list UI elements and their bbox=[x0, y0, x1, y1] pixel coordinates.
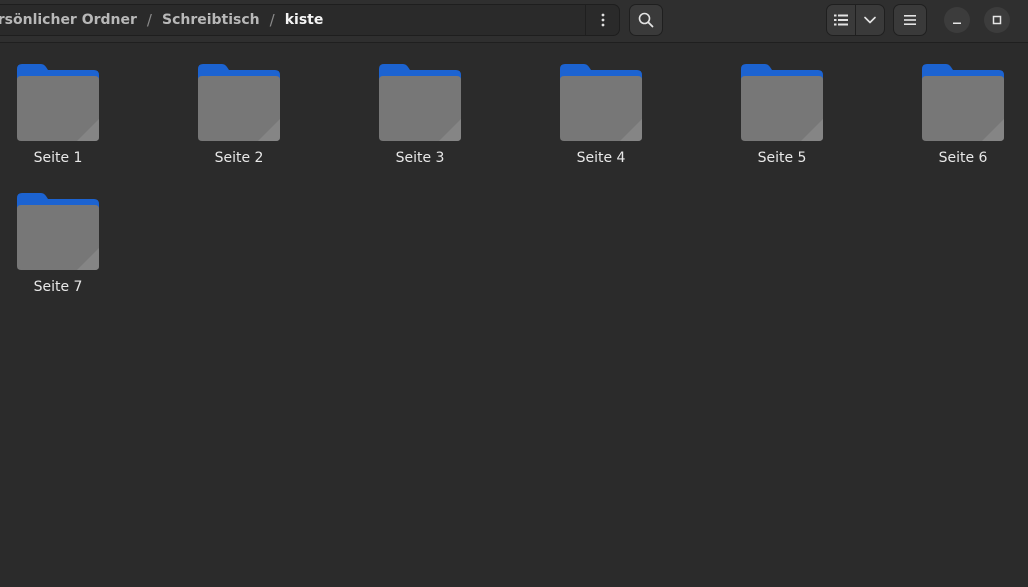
header-bar: Persönlicher Ordner / Schreibtisch / kis… bbox=[0, 0, 1028, 43]
breadcrumb-separator: / bbox=[146, 11, 152, 29]
file-name: Seite 2 bbox=[214, 150, 264, 166]
folder-icon bbox=[198, 64, 280, 141]
file-name: Seite 6 bbox=[938, 150, 988, 166]
main-menu-button[interactable] bbox=[893, 4, 927, 36]
folder-icon bbox=[741, 64, 823, 141]
breadcrumb-home[interactable]: Persönlicher Ordner bbox=[0, 12, 137, 28]
breadcrumb-separator: / bbox=[269, 11, 275, 29]
hamburger-menu-icon bbox=[904, 15, 916, 25]
breadcrumb-desktop[interactable]: Schreibtisch bbox=[162, 12, 260, 28]
folder-icon bbox=[922, 64, 1004, 141]
folder-item[interactable]: Seite 1 bbox=[0, 63, 118, 185]
search-button[interactable] bbox=[629, 4, 663, 36]
breadcrumb: Persönlicher Ordner / Schreibtisch / kis… bbox=[0, 5, 323, 35]
file-name: Seite 4 bbox=[576, 150, 626, 166]
file-grid: Seite 1 Seite 2 Seite 3 Seite 4 Seite 5 … bbox=[0, 43, 1028, 587]
folder-item[interactable]: Seite 2 bbox=[179, 63, 299, 185]
file-name: Seite 5 bbox=[757, 150, 807, 166]
folder-item[interactable]: Seite 6 bbox=[903, 63, 1023, 185]
minimize-button[interactable] bbox=[944, 7, 970, 33]
chevron-down-icon bbox=[864, 16, 876, 24]
folder-item[interactable]: Seite 7 bbox=[0, 192, 118, 314]
view-switcher bbox=[826, 4, 885, 36]
list-view-icon bbox=[834, 14, 848, 26]
search-icon bbox=[638, 12, 654, 28]
path-bar[interactable]: Persönlicher Ordner / Schreibtisch / kis… bbox=[0, 4, 620, 36]
file-manager-window: Persönlicher Ordner / Schreibtisch / kis… bbox=[0, 0, 1028, 587]
folder-icon bbox=[17, 64, 99, 141]
maximize-button[interactable] bbox=[984, 7, 1010, 33]
view-options-dropdown[interactable] bbox=[856, 5, 884, 35]
path-menu-button[interactable] bbox=[585, 5, 619, 35]
folder-item[interactable]: Seite 3 bbox=[360, 63, 480, 185]
folder-icon bbox=[560, 64, 642, 141]
maximize-icon bbox=[992, 15, 1002, 25]
folder-item[interactable]: Seite 4 bbox=[541, 63, 661, 185]
folder-icon bbox=[17, 193, 99, 270]
minimize-icon bbox=[953, 22, 961, 24]
folder-item[interactable]: Seite 5 bbox=[722, 63, 842, 185]
folder-icon bbox=[379, 64, 461, 141]
list-view-button[interactable] bbox=[827, 5, 855, 35]
breadcrumb-current[interactable]: kiste bbox=[285, 12, 324, 28]
vertical-dots-icon bbox=[601, 13, 604, 27]
file-name: Seite 3 bbox=[395, 150, 445, 166]
file-name: Seite 7 bbox=[33, 279, 83, 295]
file-name: Seite 1 bbox=[33, 150, 83, 166]
